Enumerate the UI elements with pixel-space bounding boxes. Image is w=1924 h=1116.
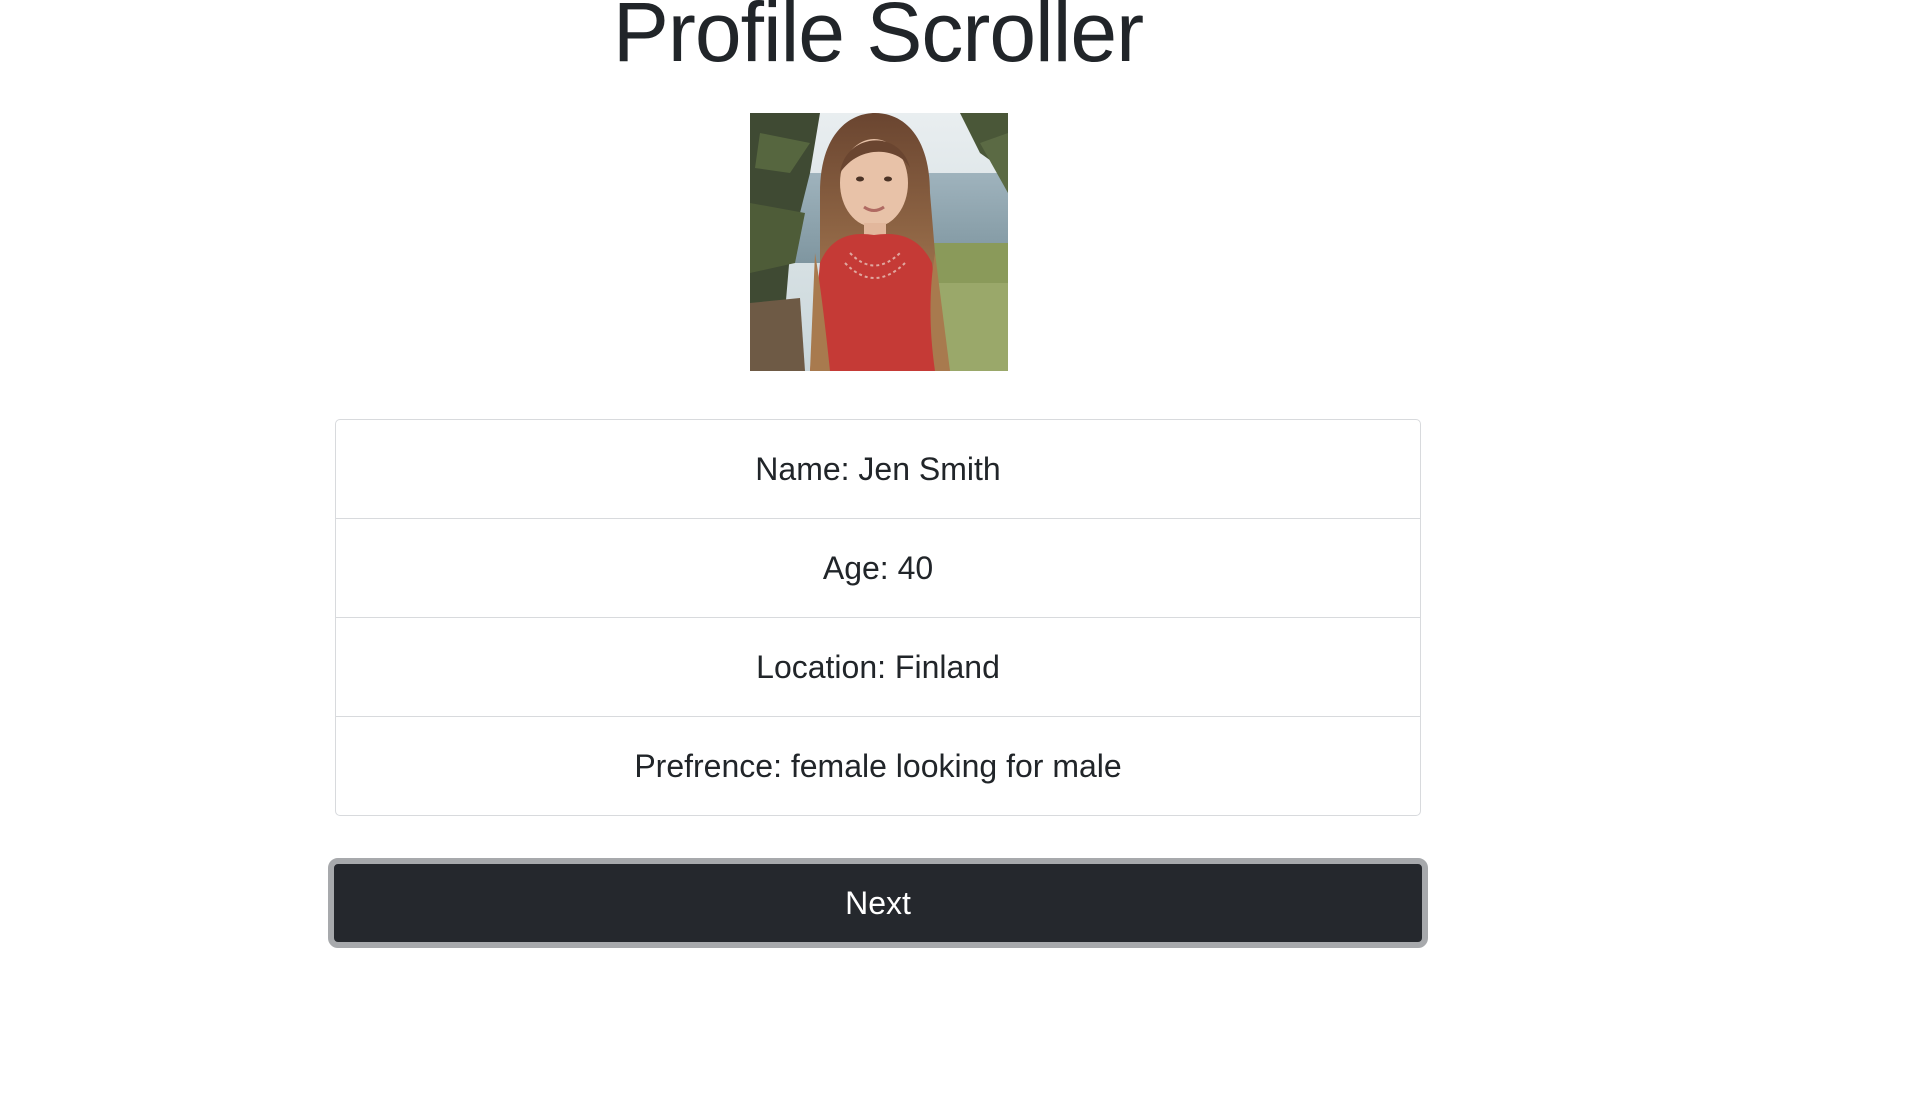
profile-age: Age: 40 <box>336 519 1420 618</box>
next-button[interactable]: Next <box>328 858 1428 948</box>
profile-info-list: Name: Jen Smith Age: 40 Location: Finlan… <box>335 419 1421 816</box>
profile-preference: Prefrence: female looking for male <box>634 748 1122 784</box>
profile-location: Location: Finland <box>336 618 1420 717</box>
profile-name: Name: Jen Smith <box>336 420 1420 519</box>
page-title: Profile Scroller <box>612 0 1144 79</box>
profile-photo <box>750 113 1008 371</box>
